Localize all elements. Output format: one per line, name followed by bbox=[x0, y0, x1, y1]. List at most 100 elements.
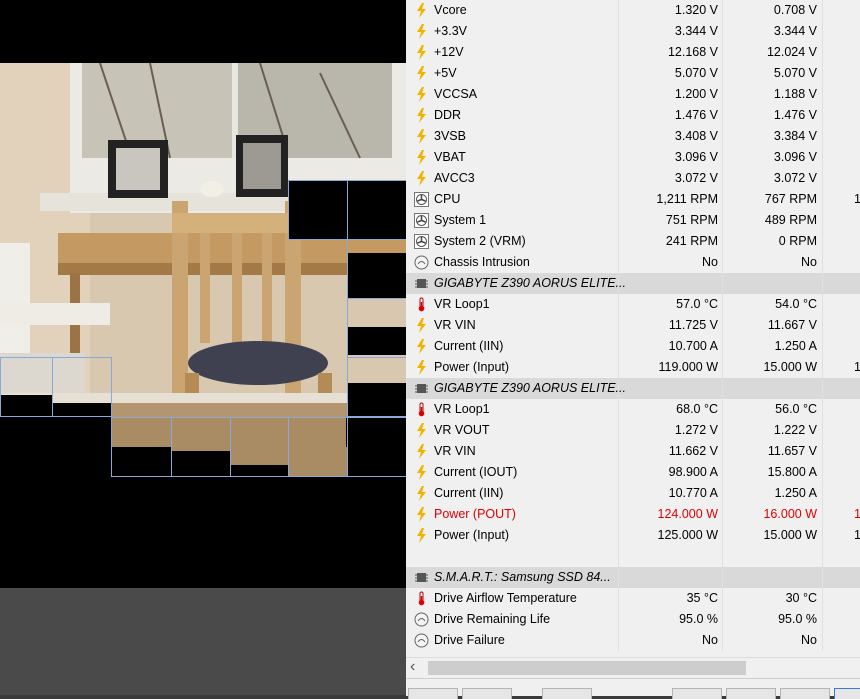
sensor-row[interactable]: +12V 12.168 V 12.024 V bbox=[406, 42, 860, 63]
min-value: 3.096 V bbox=[773, 150, 817, 164]
sensor-group-header[interactable]: GIGABYTE Z390 AORUS ELITE... bbox=[406, 378, 860, 399]
sensor-row[interactable]: Current (IIN) 10.770 A 1.250 A bbox=[406, 483, 860, 504]
column-divider bbox=[618, 588, 619, 609]
voltage-icon bbox=[414, 444, 429, 459]
max-value: 1 bbox=[854, 528, 860, 542]
sensor-row[interactable]: Current (IOUT) 98.900 A 15.800 A bbox=[406, 462, 860, 483]
sensor-row[interactable]: System 1 751 RPM 489 RPM bbox=[406, 210, 860, 231]
scroll-left-icon[interactable]: ‹ bbox=[410, 658, 415, 676]
current-value: 1,211 RPM bbox=[656, 192, 718, 206]
column-divider bbox=[822, 504, 823, 525]
column-divider bbox=[618, 105, 619, 126]
current-value: 124.000 W bbox=[657, 507, 718, 521]
sensor-name: Drive Failure bbox=[434, 633, 505, 647]
sensor-row[interactable]: AVCC3 3.072 V 3.072 V bbox=[406, 168, 860, 189]
sensor-row[interactable] bbox=[406, 546, 860, 567]
sensor-group-header[interactable]: GIGABYTE Z390 AORUS ELITE... bbox=[406, 273, 860, 294]
min-value: 30 °C bbox=[785, 591, 817, 605]
toolbar-button[interactable] bbox=[834, 688, 860, 699]
sensor-row[interactable]: System 2 (VRM) 241 RPM 0 RPM bbox=[406, 231, 860, 252]
toolbar-button[interactable] bbox=[408, 688, 458, 699]
sensor-row[interactable]: Current (IIN) 10.700 A 1.250 A bbox=[406, 336, 860, 357]
column-divider bbox=[822, 462, 823, 483]
min-value: 1.250 A bbox=[774, 486, 817, 500]
voltage-icon bbox=[414, 150, 429, 165]
clock-button[interactable] bbox=[672, 688, 722, 699]
column-divider bbox=[822, 231, 823, 252]
column-divider bbox=[722, 273, 723, 294]
sensor-row[interactable]: VBAT 3.096 V 3.096 V bbox=[406, 147, 860, 168]
current-value: 1.476 V bbox=[674, 108, 718, 122]
sensor-row[interactable]: 3VSB 3.408 V 3.384 V bbox=[406, 126, 860, 147]
current-value: 98.900 A bbox=[668, 465, 718, 479]
column-divider bbox=[822, 126, 823, 147]
toolbar-button[interactable] bbox=[726, 688, 776, 699]
voltage-icon bbox=[414, 171, 429, 186]
sensor-row[interactable]: +5V 5.070 V 5.070 V bbox=[406, 63, 860, 84]
min-value: 15.800 A bbox=[767, 465, 817, 479]
current-value: 10.770 A bbox=[668, 486, 718, 500]
sensor-row[interactable]: Power (POUT) 124.000 W 16.000 W 1 bbox=[406, 504, 860, 525]
scrollbar-thumb[interactable] bbox=[428, 661, 746, 675]
sensor-name: 3VSB bbox=[434, 129, 466, 143]
column-divider bbox=[618, 273, 619, 294]
min-value: 3.072 V bbox=[773, 171, 817, 185]
sensor-row[interactable]: VR Loop1 57.0 °C 54.0 °C bbox=[406, 294, 860, 315]
current-value: 3.344 V bbox=[674, 24, 718, 38]
min-value: 767 RPM bbox=[764, 192, 817, 206]
fan-icon bbox=[414, 213, 429, 228]
sensor-row[interactable]: VR Loop1 68.0 °C 56.0 °C bbox=[406, 399, 860, 420]
sensor-row[interactable]: Chassis Intrusion No No bbox=[406, 252, 860, 273]
sensor-row[interactable]: Power (Input) 125.000 W 15.000 W 1 bbox=[406, 525, 860, 546]
min-value: No bbox=[801, 633, 817, 647]
voltage-icon bbox=[414, 528, 429, 543]
min-value: 5.070 V bbox=[773, 66, 817, 80]
toolbar-button[interactable] bbox=[542, 688, 592, 699]
voltage-icon bbox=[414, 108, 429, 123]
sensor-row[interactable]: CPU 1,211 RPM 767 RPM 1 bbox=[406, 189, 860, 210]
tile-outline bbox=[347, 357, 406, 417]
column-divider bbox=[822, 588, 823, 609]
voltage-icon bbox=[414, 507, 429, 522]
column-divider bbox=[722, 21, 723, 42]
chip-icon bbox=[414, 570, 429, 585]
max-value: 1 bbox=[854, 360, 860, 374]
toolbar-button[interactable] bbox=[780, 688, 830, 699]
min-value: 1.250 A bbox=[774, 339, 817, 353]
sensor-name: S.M.A.R.T.: Samsung SSD 84... bbox=[434, 570, 611, 584]
current-value: 1.320 V bbox=[674, 3, 718, 17]
sensor-name: Drive Airflow Temperature bbox=[434, 591, 577, 605]
column-divider bbox=[618, 483, 619, 504]
sensor-row[interactable]: Power (Input) 119.000 W 15.000 W 1 bbox=[406, 357, 860, 378]
sensor-group-header[interactable]: S.M.A.R.T.: Samsung SSD 84... bbox=[406, 567, 860, 588]
min-value: 0.708 V bbox=[773, 3, 817, 17]
sensor-row[interactable]: VCCSA 1.200 V 1.188 V bbox=[406, 84, 860, 105]
sensor-name: Chassis Intrusion bbox=[434, 255, 530, 269]
column-divider bbox=[822, 189, 823, 210]
sensor-row[interactable]: VR VIN 11.725 V 11.667 V bbox=[406, 315, 860, 336]
column-divider bbox=[722, 189, 723, 210]
column-divider bbox=[822, 21, 823, 42]
sensor-row[interactable]: +3.3V 3.344 V 3.344 V bbox=[406, 21, 860, 42]
sensor-row[interactable]: Drive Airflow Temperature 35 °C 30 °C bbox=[406, 588, 860, 609]
column-divider bbox=[618, 630, 619, 651]
sensor-row[interactable]: VR VIN 11.662 V 11.657 V bbox=[406, 441, 860, 462]
min-value: 15.000 W bbox=[763, 360, 817, 374]
toolbar-button[interactable] bbox=[462, 688, 512, 699]
voltage-icon bbox=[414, 3, 429, 18]
sensor-row[interactable]: Vcore 1.320 V 0.708 V bbox=[406, 0, 860, 21]
current-value: 3.096 V bbox=[674, 150, 718, 164]
column-divider bbox=[722, 357, 723, 378]
sensor-row[interactable]: VR VOUT 1.272 V 1.222 V bbox=[406, 420, 860, 441]
sensor-name: Vcore bbox=[434, 3, 467, 17]
sensor-name: Power (POUT) bbox=[434, 507, 516, 521]
horizontal-scrollbar[interactable]: ‹ bbox=[406, 657, 860, 678]
sensor-name: VR Loop1 bbox=[434, 297, 490, 311]
sensor-name: Current (IIN) bbox=[434, 339, 504, 353]
column-divider bbox=[822, 252, 823, 273]
column-divider bbox=[722, 441, 723, 462]
sensor-row[interactable]: Drive Remaining Life 95.0 % 95.0 % bbox=[406, 609, 860, 630]
column-divider bbox=[822, 399, 823, 420]
sensor-row[interactable]: Drive Failure No No bbox=[406, 630, 860, 651]
sensor-row[interactable]: DDR 1.476 V 1.476 V bbox=[406, 105, 860, 126]
